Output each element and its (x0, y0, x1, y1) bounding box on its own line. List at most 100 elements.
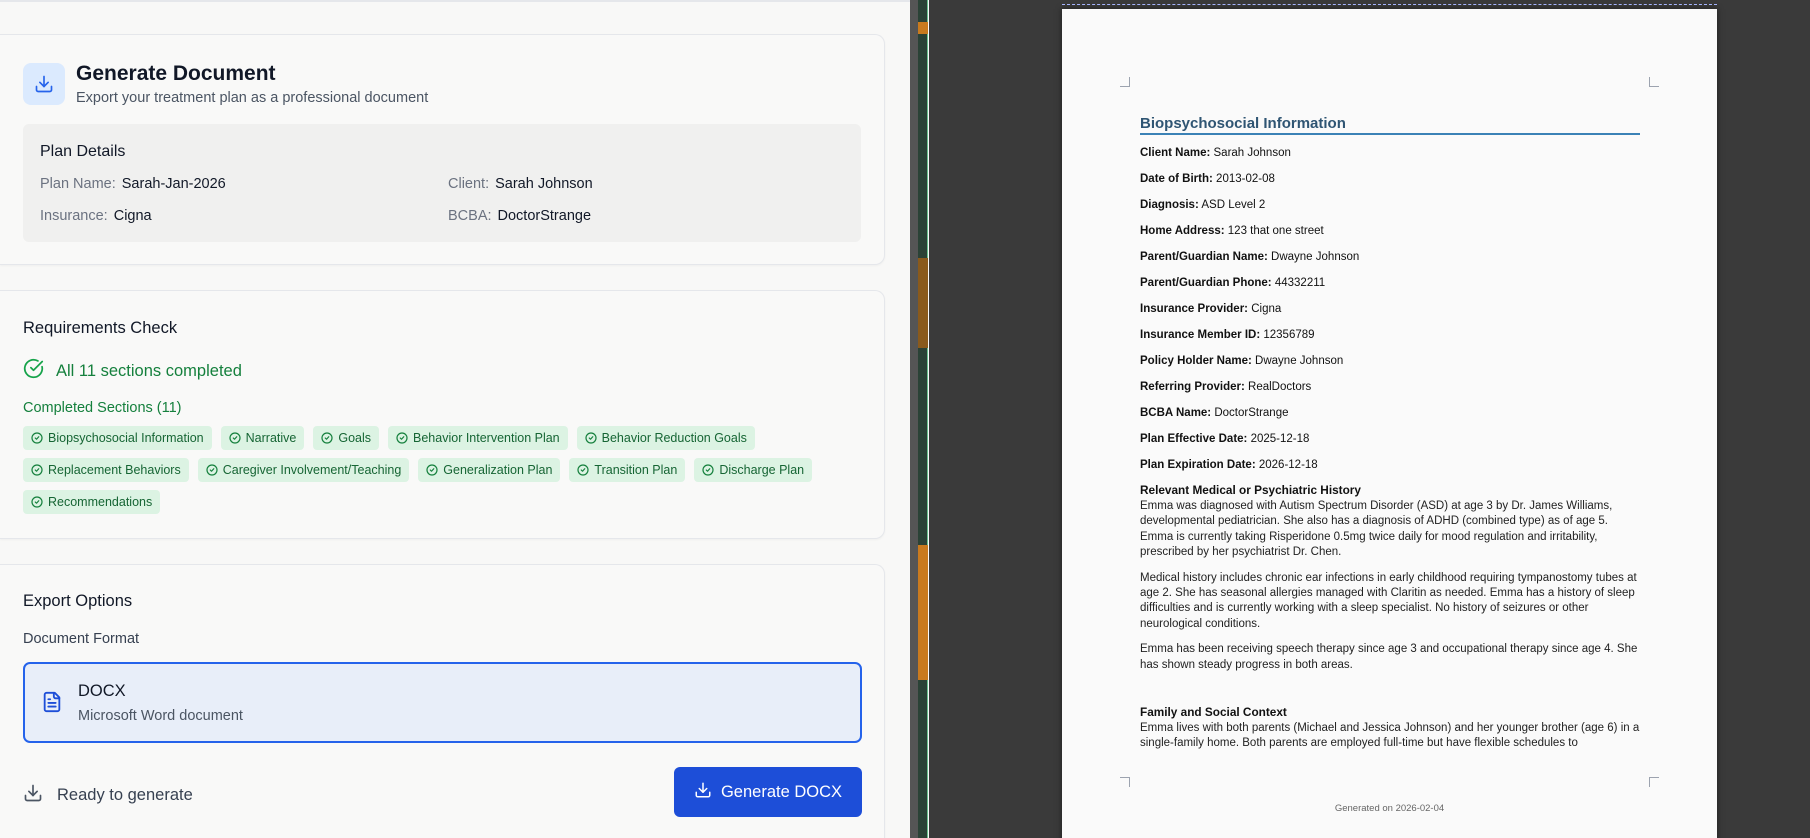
completed-section-chip: Narrative (220, 426, 305, 450)
medical-history-paragraph: Emma has been receiving speech therapy s… (1140, 643, 1638, 671)
document-footer: Generated on 2026-02-04 (1334, 803, 1445, 814)
plan-name-row: Plan Name: Sarah-Jan-2026 (40, 176, 226, 192)
plan-details: Plan Details Plan Name: Sarah-Jan-2026 Cl… (23, 124, 861, 242)
completed-section-chip: Biopsychosocial Information (23, 426, 212, 450)
document-field-value: 2025-12-18 (1250, 433, 1310, 445)
generate-panel: Generate Document Export your treatment … (0, 0, 910, 838)
completed-section-chip: Behavior Intervention Plan (388, 426, 568, 450)
completed-section-chip: Replacement Behaviors (23, 458, 189, 482)
document-field-value: Cigna (1251, 303, 1282, 315)
check-circle-icon (31, 432, 43, 444)
requirements-card: Requirements Check All 11 sections compl… (0, 290, 885, 539)
preview-page: Biopsychosocial Information Client Name:… (1062, 4, 1717, 838)
bcba-row: BCBA: DoctorStrange (448, 208, 591, 224)
export-options-title: Export Options (23, 592, 133, 610)
completed-section-chip: Goals (313, 426, 380, 450)
document-field: Client Name: Sarah Johnson (1140, 145, 1640, 161)
completed-section-chip: Behavior Reduction Goals (576, 426, 755, 450)
document-field-value: RealDoctors (1248, 381, 1312, 393)
completed-section-label: Behavior Intervention Plan (413, 431, 560, 445)
document-field-label: Date of Birth: (1140, 173, 1213, 185)
document-field-label: Insurance Provider: (1140, 303, 1249, 315)
insurance-label: Insurance: (40, 208, 108, 224)
ready-status-text: Ready to generate (57, 786, 193, 804)
margin-corner (1649, 777, 1659, 787)
client-label: Client: (448, 176, 490, 192)
ready-status: Ready to generate (23, 783, 193, 808)
client-row: Client: Sarah Johnson (448, 176, 593, 192)
plan-details-title: Plan Details (40, 143, 126, 160)
insurance-row: Insurance: Cigna (40, 208, 152, 224)
document-field: Insurance Provider: Cigna (1140, 301, 1640, 317)
family-context-heading: Family and Social Context (1140, 705, 1287, 720)
download-icon (23, 783, 43, 808)
requirements-status: All 11 sections completed (23, 358, 242, 384)
completed-section-label: Recommendations (48, 495, 153, 509)
margin-corner (1120, 77, 1130, 87)
plan-name-label: Plan Name: (40, 176, 116, 192)
check-circle-icon (206, 464, 218, 476)
top-divider (0, 0, 910, 2)
completed-section-label: Biopsychosocial Information (48, 431, 204, 445)
completed-section-label: Goals (338, 431, 372, 445)
bcba-value: DoctorStrange (497, 208, 592, 224)
document-field-value: 2013-02-08 (1216, 173, 1275, 185)
document-field-label: Parent/Guardian Name: (1140, 251, 1268, 263)
document-field-label: Parent/Guardian Phone: (1140, 277, 1272, 289)
document-field: Insurance Member ID: 12356789 (1140, 327, 1640, 343)
document-field: Plan Expiration Date: 2026-12-18 (1140, 457, 1640, 473)
document-body: Biopsychosocial Information Client Name:… (1140, 115, 1640, 769)
check-circle-icon (702, 464, 714, 476)
document-field-label: Insurance Member ID: (1140, 329, 1261, 341)
background-edge (918, 0, 928, 838)
document-field-value: Dwayne Johnson (1255, 355, 1344, 367)
format-description: Microsoft Word document (78, 708, 243, 724)
completed-section-label: Narrative (245, 431, 297, 445)
generate-document-card: Generate Document Export your treatment … (0, 34, 885, 265)
plan-name-value: Sarah-Jan-2026 (121, 176, 226, 192)
check-circle-icon (31, 464, 43, 476)
document-field-label: Home Address: (1140, 225, 1225, 237)
document-field: Parent/Guardian Phone: 44332211 (1140, 275, 1640, 291)
completed-section-label: Behavior Reduction Goals (601, 431, 747, 445)
document-field: Diagnosis: ASD Level 2 (1140, 197, 1640, 213)
document-field-label: Plan Expiration Date: (1140, 459, 1256, 471)
medical-history-text: Emma was diagnosed with Autism Spectrum … (1140, 499, 1640, 673)
document-field-label: Referring Provider: (1140, 381, 1245, 393)
format-option-docx[interactable]: DOCX Microsoft Word document (23, 662, 862, 743)
check-circle-icon (321, 432, 333, 444)
page-subtitle: Export your treatment plan as a professi… (76, 90, 429, 106)
margin-corner (1649, 77, 1659, 87)
completed-section-label: Transition Plan (594, 463, 678, 477)
client-value: Sarah Johnson (495, 176, 593, 192)
generate-docx-button[interactable]: Generate DOCX (674, 767, 862, 817)
panel-resize-handle[interactable] (910, 0, 918, 838)
document-field: Referring Provider: RealDoctors (1140, 379, 1640, 395)
page-top-guide (1062, 4, 1717, 5)
margin-corner (1120, 777, 1130, 787)
document-field-value: 123 that one street (1227, 225, 1324, 237)
requirements-title: Requirements Check (23, 319, 178, 337)
background-edge-accent (918, 22, 928, 34)
document-field: Policy Holder Name: Dwayne Johnson (1140, 353, 1640, 369)
insurance-value: Cigna (113, 208, 152, 224)
requirements-status-text: All 11 sections completed (56, 361, 242, 380)
completed-section-label: Generalization Plan (443, 463, 553, 477)
file-text-icon (41, 690, 63, 719)
document-preview[interactable]: Biopsychosocial Information Client Name:… (929, 0, 1810, 838)
completed-section-chip: Transition Plan (569, 458, 686, 482)
document-field-label: Client Name: (1140, 147, 1211, 159)
medical-history-paragraph: Emma was diagnosed with Autism Spectrum … (1140, 500, 1613, 559)
family-context-paragraph: Emma lives with both parents (Michael an… (1140, 722, 1640, 750)
export-options-card: Export Options Document Format DOCX Micr… (0, 564, 885, 838)
download-icon (23, 63, 65, 105)
check-circle-icon (229, 432, 241, 444)
completed-section-chip: Recommendations (23, 490, 161, 514)
document-fields: Client Name: Sarah Johnson Date of Birth:… (1140, 145, 1640, 473)
document-field-label: Plan Effective Date: (1140, 433, 1248, 445)
document-field: BCBA Name: DoctorStrange (1140, 405, 1640, 421)
document-format-label: Document Format (23, 631, 140, 647)
medical-history-heading: Relevant Medical or Psychiatric History (1140, 483, 1361, 497)
document-heading: Biopsychosocial Information (1140, 115, 1640, 135)
document-field: Parent/Guardian Name: Dwayne Johnson (1140, 249, 1640, 265)
